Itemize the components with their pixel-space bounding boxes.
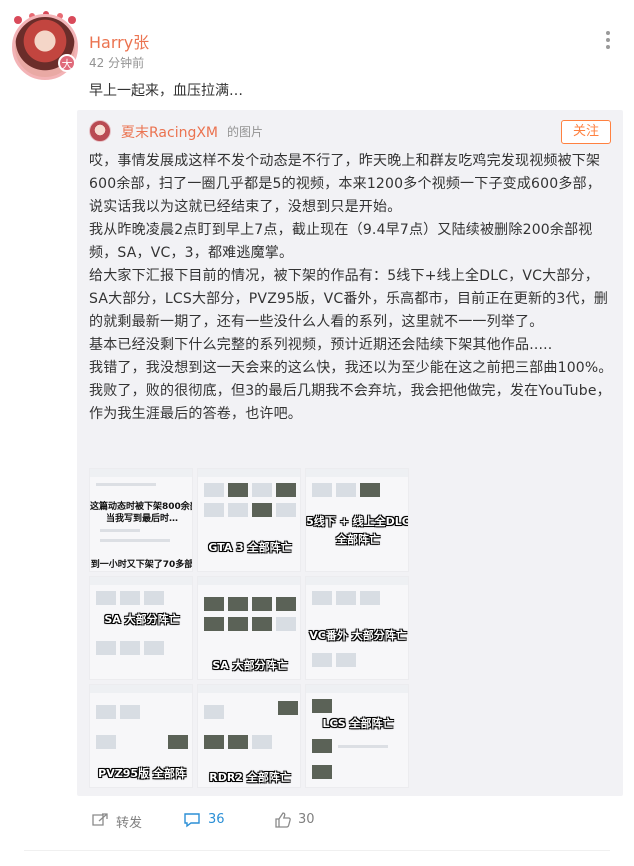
comment-icon[interactable] <box>183 812 201 828</box>
repost-paragraph: 给大家下汇报下目前的情况，被下架的作品有：5线下+线上全DLC，VC大部分，SA… <box>89 268 609 330</box>
thumbnail-caption: SA 大部分阵亡 <box>212 659 288 672</box>
like-count[interactable]: 30 <box>298 812 315 827</box>
thumbnail-caption: RDR2 全部阵亡 <box>209 771 291 784</box>
repost-author-username[interactable]: 夏末RacingXM <box>121 122 218 142</box>
share-icon[interactable] <box>91 812 109 828</box>
image-thumbnail[interactable]: SA 大部分阵亡 <box>197 576 301 680</box>
repost-author-avatar[interactable] <box>89 120 111 142</box>
thumbnail-caption: GTA 3 全部阵亡 <box>208 541 292 554</box>
repost-paragraph: 我错了，我没想到这一天会来的这么快，我还以为至少能在这之前把三部曲100%。 <box>89 360 613 376</box>
repost-paragraph: 基本已经没剩下什么完整的系列视频，预计近期还会陆续下架其他作品..... <box>89 337 553 353</box>
thumbnail-caption: 到一小时又下架了70多部 <box>90 560 193 570</box>
thumbnail-caption: 当我写到最后时… <box>105 514 178 524</box>
image-thumbnail[interactable]: 5线下 + 线上全DLC 全部阵亡 <box>305 468 409 572</box>
weibo-post-card: 大 Harry张 42 分钟前 早上一起来，血压拉满… 夏末RacingXM 的… <box>0 0 634 866</box>
image-thumbnail[interactable]: LCS 全部阵亡 <box>305 684 409 788</box>
thumbnail-caption: 全部阵亡 <box>336 533 380 546</box>
author-username[interactable]: Harry张 <box>89 29 149 53</box>
repost-body: 哎，事情发展成这样不发个动态是不行了，昨天晚上和群友吃鸡完发现视频被下架600余… <box>89 150 613 426</box>
image-thumbnail[interactable]: SA 大部分阵亡 <box>89 576 193 680</box>
more-options-icon[interactable] <box>600 31 616 53</box>
image-thumbnail[interactable]: PVZ95版 全部阵 <box>89 684 193 788</box>
thumbnail-caption: LCS 全部阵亡 <box>322 717 394 730</box>
image-thumbnail[interactable]: VC番外 大部分阵亡 <box>305 576 409 680</box>
comment-count[interactable]: 36 <box>208 812 225 827</box>
like-icon[interactable] <box>274 812 292 828</box>
divider <box>24 850 610 851</box>
thumbnail-caption: PVZ95版 全部阵 <box>98 767 186 780</box>
thumbnail-caption: SA 大部分阵亡 <box>104 613 180 626</box>
repost-paragraph: 哎，事情发展成这样不发个动态是不行了，昨天晚上和群友吃鸡完发现视频被下架600余… <box>89 153 601 215</box>
thumbnail-caption: 5线下 + 线上全DLC <box>306 515 409 528</box>
share-button[interactable]: 转发 <box>116 812 142 831</box>
avatar-badge-icon: 大 <box>58 54 76 72</box>
repost-paragraph: 我败了，败的很彻底，但3的最后几期我不会弃坑，我会把他做完，发在YouTube，… <box>89 383 611 422</box>
image-thumbnail[interactable]: GTA 3 全部阵亡 <box>197 468 301 572</box>
post-action-bar: 转发 36 30 <box>0 808 634 836</box>
reposted-content[interactable]: 夏末RacingXM 的图片 关注 哎，事情发展成这样不发个动态是不行了，昨天晚… <box>77 110 623 796</box>
post-text: 早上一起来，血压拉满… <box>89 83 243 99</box>
follow-button[interactable]: 关注 <box>561 120 611 144</box>
thumbnail-caption: VC番外 大部分阵亡 <box>309 629 407 642</box>
image-thumbnail[interactable]: 这篇动态时被下架800余部 当我写到最后时… 到一小时又下架了70多部 <box>89 468 193 572</box>
image-thumbnail[interactable]: RDR2 全部阵亡 <box>197 684 301 788</box>
repost-source-tag: 的图片 <box>227 125 264 139</box>
repost-paragraph: 我从昨晚凌晨2点盯到早上7点，截止现在（9.4早7点）又陆续被删除200余部视频… <box>89 222 593 261</box>
image-grid: 这篇动态时被下架800余部 当我写到最后时… 到一小时又下架了70多部 GTA … <box>89 468 409 788</box>
post-timestamp[interactable]: 42 分钟前 <box>89 54 144 71</box>
